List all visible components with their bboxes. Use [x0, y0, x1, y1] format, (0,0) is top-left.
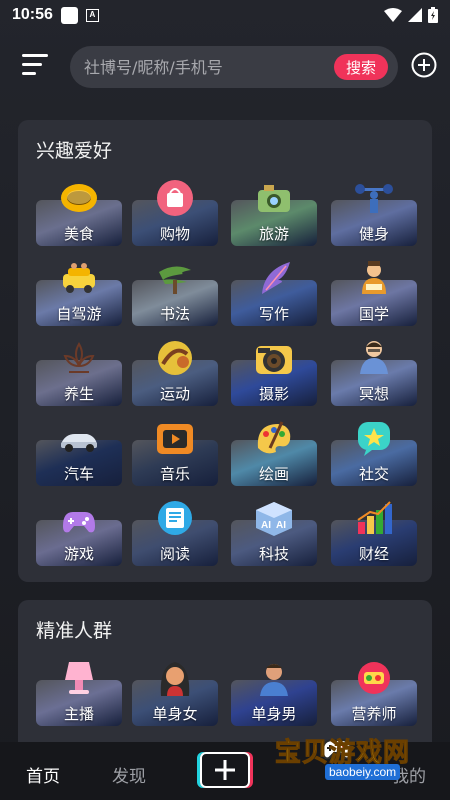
- top-bar: 搜索: [0, 44, 450, 88]
- pine-tree-icon: [153, 258, 197, 298]
- category-item[interactable]: 财经: [331, 498, 417, 566]
- category-item[interactable]: 自驾游: [36, 258, 122, 326]
- category-label: 自驾游: [56, 305, 102, 323]
- category-item[interactable]: 健身: [331, 178, 417, 246]
- shopping-bag-icon: [153, 178, 197, 218]
- plus-icon: [215, 760, 235, 780]
- menu-icon[interactable]: [22, 54, 48, 76]
- chat-star-icon: [352, 418, 396, 458]
- category-label: 写作: [258, 305, 289, 323]
- category-label: 书法: [159, 305, 190, 323]
- weightlifter-icon: [352, 178, 396, 218]
- camera-lens-icon: [252, 338, 296, 378]
- status-time: 10:56: [12, 6, 53, 23]
- car-icon: [57, 258, 101, 298]
- category-item[interactable]: 写作: [231, 258, 317, 326]
- category-label: 社交: [358, 465, 389, 483]
- category-label: 阅读: [159, 545, 190, 563]
- category-label: 财经: [358, 545, 389, 563]
- category-item[interactable]: 购物: [132, 178, 218, 246]
- a-badge-icon: A: [85, 8, 99, 22]
- create-post-button[interactable]: [200, 752, 250, 788]
- category-item[interactable]: 音乐: [132, 418, 218, 486]
- signal-icon: [408, 8, 422, 22]
- meditation-icon: [352, 338, 396, 378]
- nav-home[interactable]: 首页: [26, 762, 60, 787]
- battery-icon: [428, 7, 438, 23]
- category-label: 购物: [159, 225, 190, 243]
- category-item[interactable]: 游戏: [36, 498, 122, 566]
- category-item[interactable]: 社交: [331, 418, 417, 486]
- nav-discover[interactable]: 发现: [112, 762, 146, 787]
- notification-icon: [60, 6, 78, 24]
- category-label: 美食: [63, 225, 94, 243]
- book-icon: [153, 498, 197, 538]
- category-label: 汽车: [63, 465, 94, 483]
- category-label: 摄影: [258, 385, 289, 403]
- watermark-url: baobeiy.com: [325, 764, 401, 780]
- status-bar: 10:56 A: [0, 0, 450, 30]
- category-label: 营养师: [351, 705, 397, 723]
- svg-text:AI: AI: [276, 520, 286, 531]
- watermark: 宝贝游戏网 baobeiy.com: [265, 728, 445, 798]
- man-portrait-icon: [252, 658, 296, 698]
- category-item[interactable]: 汽车: [36, 418, 122, 486]
- category-item[interactable]: 国学: [331, 258, 417, 326]
- category-label: 健身: [358, 225, 389, 243]
- category-item[interactable]: 摄影: [231, 338, 317, 406]
- category-label: 冥想: [358, 385, 389, 403]
- svg-text:AI: AI: [261, 520, 271, 531]
- category-label: 游戏: [63, 545, 94, 563]
- search-bar: 搜索: [70, 46, 398, 88]
- category-item[interactable]: 阅读: [132, 498, 218, 566]
- category-item[interactable]: 单身女: [132, 658, 218, 726]
- sports-car-icon: [57, 418, 101, 458]
- category-label: 单身男: [251, 705, 297, 723]
- search-input[interactable]: [84, 57, 324, 77]
- interest-card: 兴趣爱好 美食 购物 旅游 健身自驾游 书法 写作 国学养生 运动 摄影 冥想汽车 音乐 绘画 社交游戏…: [18, 120, 432, 582]
- lamp-icon: [57, 658, 101, 698]
- bar-chart-icon: [352, 498, 396, 538]
- category-label: 养生: [63, 385, 94, 403]
- gymnast-icon: [153, 338, 197, 378]
- category-label: 运动: [159, 385, 190, 403]
- category-item[interactable]: 旅游: [231, 178, 317, 246]
- lotus-icon: [57, 338, 101, 378]
- gamepad-icon: [57, 498, 101, 538]
- category-item[interactable]: 营养师: [331, 658, 417, 726]
- feather-icon: [252, 258, 296, 298]
- music-player-icon: [153, 418, 197, 458]
- category-label: 音乐: [159, 465, 190, 483]
- camera-icon: [252, 178, 296, 218]
- food-icon: [352, 658, 396, 698]
- category-item[interactable]: 美食: [36, 178, 122, 246]
- category-item[interactable]: 绘画: [231, 418, 317, 486]
- category-item[interactable]: 主播: [36, 658, 122, 726]
- section-title: 精准人群: [36, 620, 113, 642]
- category-label: 绘画: [258, 465, 289, 483]
- category-label: 主播: [63, 705, 94, 723]
- category-label: 旅游: [258, 225, 289, 243]
- palette-icon: [252, 418, 296, 458]
- category-label: 单身女: [152, 705, 198, 723]
- scholar-icon: [352, 258, 396, 298]
- ai-cube-icon: AI AI: [252, 498, 296, 538]
- category-label: 国学: [358, 305, 389, 323]
- category-item[interactable]: 冥想: [331, 338, 417, 406]
- wifi-icon: [384, 8, 402, 22]
- woman-portrait-icon: [153, 658, 197, 698]
- category-item[interactable]: 养生: [36, 338, 122, 406]
- category-item[interactable]: AI AI 科技: [231, 498, 317, 566]
- add-circle-icon[interactable]: [411, 52, 437, 78]
- ring-icon: [57, 178, 101, 218]
- category-label: 科技: [258, 545, 289, 563]
- category-item[interactable]: 运动: [132, 338, 218, 406]
- category-item[interactable]: 书法: [132, 258, 218, 326]
- category-item[interactable]: 单身男: [231, 658, 317, 726]
- search-button[interactable]: 搜索: [334, 54, 388, 80]
- section-title: 兴趣爱好: [36, 140, 113, 162]
